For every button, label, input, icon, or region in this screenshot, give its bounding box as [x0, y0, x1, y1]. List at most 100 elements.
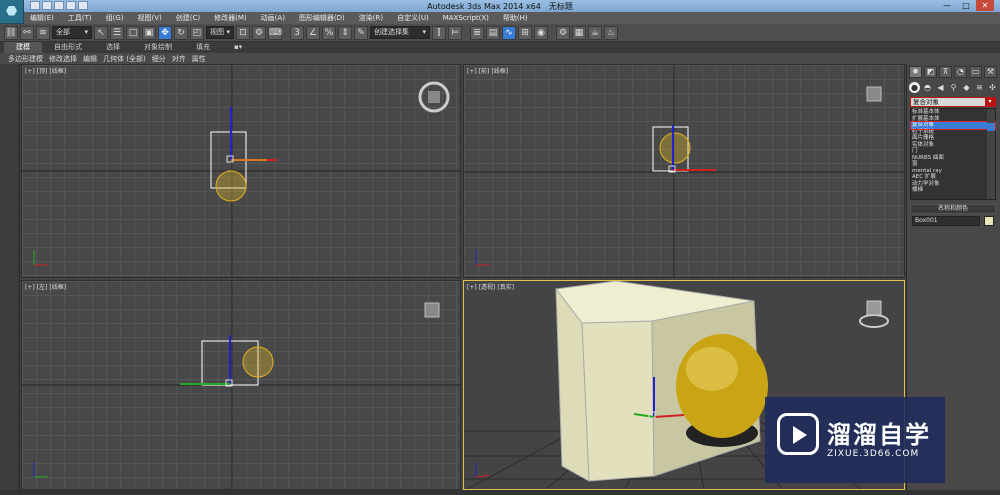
list-item[interactable]: 楼梯 — [911, 187, 995, 194]
window-crossing-icon[interactable]: ▣ — [142, 25, 156, 40]
select-scale-icon[interactable]: ◰ — [190, 25, 204, 40]
tab-freeform[interactable]: 自由形式 — [42, 42, 94, 53]
render-setup-icon[interactable]: ⚙ — [556, 25, 570, 40]
graphite-toolset-icon[interactable]: ▤ — [486, 25, 500, 40]
main-toolbar: ⛓ ⚯ ≋ 全部 ▾ ↖ ☰ □ ▣ ✥ ↻ ◰ 视图 ▾ ⊡ ⚙ ⌨ 3 ∠ % … — [0, 24, 1000, 42]
panel-subdivision[interactable]: 细分 — [152, 54, 172, 64]
bind-spacewarp-icon[interactable]: ≋ — [36, 25, 50, 40]
lights-icon[interactable]: ◀ — [935, 82, 946, 93]
menu-maxscript[interactable]: MAXScript(X) — [437, 14, 497, 22]
menu-help[interactable]: 帮助(H) — [497, 13, 536, 23]
align-icon[interactable]: ⊨ — [448, 25, 462, 40]
menu-animation[interactable]: 动画(A) — [255, 13, 293, 23]
close-button[interactable]: ✕ — [976, 0, 994, 11]
unlink-icon[interactable]: ⚯ — [20, 25, 34, 40]
angle-snap-icon[interactable]: ∠ — [306, 25, 320, 40]
keyboard-shortcut-icon[interactable]: ⌨ — [268, 25, 282, 40]
menu-customize[interactable]: 自定义(U) — [391, 13, 437, 23]
helpers-icon[interactable]: ◆ — [961, 82, 972, 93]
rendered-frame-icon[interactable]: ▦ — [572, 25, 586, 40]
tab-populate[interactable]: 填充 — [184, 42, 222, 53]
name-color-rollout-header[interactable]: 名称和颜色 — [910, 204, 996, 214]
panel-polygon-modeling[interactable]: 多边形建模 — [8, 54, 49, 64]
menu-create[interactable]: 创建(C) — [170, 13, 208, 23]
chevron-down-icon[interactable]: ▾ — [985, 98, 995, 106]
selection-filter-dropdown[interactable]: 全部 ▾ — [52, 26, 92, 39]
spinner-snap-icon[interactable]: ⇕ — [338, 25, 352, 40]
material-editor-icon[interactable]: ◉ — [534, 25, 548, 40]
utilities-tab-icon[interactable]: ⚒ — [984, 66, 997, 78]
panel-edit[interactable]: 编辑 — [83, 54, 103, 64]
named-selection-dropdown[interactable]: 创建选择集 ▾ — [370, 26, 430, 39]
panel-align[interactable]: 对齐 — [172, 54, 192, 64]
tab-selection[interactable]: 选择 — [94, 42, 132, 53]
object-category-dropdown[interactable]: 复合对象 ▾ — [910, 97, 996, 107]
edit-named-selection-icon[interactable]: ✎ — [354, 25, 368, 40]
systems-icon[interactable]: ✣ — [987, 82, 998, 93]
menu-rendering[interactable]: 渲染(R) — [353, 13, 391, 23]
app-logo-icon[interactable]: ⬣ — [0, 0, 24, 24]
ribbon-options-icon[interactable]: ▪▾ — [222, 42, 254, 53]
rect-selection-icon[interactable]: □ — [126, 25, 140, 40]
spacewarps-icon[interactable]: ≋ — [974, 82, 985, 93]
link-icon[interactable]: ⛓ — [4, 25, 18, 40]
sphere-object — [215, 170, 247, 202]
viewport-top-scene — [22, 65, 460, 277]
reference-coord-dropdown[interactable]: 视图 ▾ — [206, 26, 234, 39]
layer-manager-icon[interactable]: ≣ — [470, 25, 484, 40]
panel-geometry-all[interactable]: 几何体 (全部) — [103, 54, 152, 64]
tab-object-paint[interactable]: 对象绘制 — [132, 42, 184, 53]
minimize-button[interactable]: — — [938, 0, 956, 11]
create-category-tabs: ● ◓ ◀ ⚲ ◆ ≋ ✣ — [909, 82, 998, 93]
object-category-list[interactable]: 标准基本体 扩展基本体 复合对象 粒子系统 面片栅格 实体对象 门 NURBS … — [910, 108, 996, 200]
tab-modeling[interactable]: 建模 — [4, 42, 42, 53]
ribbon-panels: 多边形建模 修改选择 编辑 几何体 (全部) 细分 对齐 属性 — [0, 53, 1000, 64]
viewport-top[interactable]: [+] [顶] [线框] — [21, 64, 461, 278]
pivot-center-icon[interactable]: ⊡ — [236, 25, 250, 40]
maximize-button[interactable]: □ — [957, 0, 975, 11]
select-object-icon[interactable]: ↖ — [94, 25, 108, 40]
geometry-icon[interactable]: ● — [909, 82, 920, 93]
ribbon-tabs: 建模 自由形式 选择 对象绘制 填充 ▪▾ — [0, 42, 1000, 53]
list-scrollbar[interactable] — [987, 109, 995, 199]
select-by-name-icon[interactable]: ☰ — [110, 25, 124, 40]
hierarchy-tab-icon[interactable]: ⊼ — [939, 66, 952, 78]
cameras-icon[interactable]: ⚲ — [948, 82, 959, 93]
snaps-toggle-icon[interactable]: 3 — [290, 25, 304, 40]
viewport-front[interactable]: [+] [前] [线框] — [463, 64, 905, 278]
menu-view[interactable]: 视图(V) — [132, 13, 170, 23]
select-manipulate-icon[interactable]: ⚙ — [252, 25, 266, 40]
mirror-icon[interactable]: ⫿ — [432, 25, 446, 40]
shapes-icon[interactable]: ◓ — [922, 82, 933, 93]
create-tab-icon[interactable]: ✸ — [909, 66, 922, 78]
viewport-left[interactable]: [+] [左] [线框] — [21, 280, 461, 490]
object-color-swatch[interactable] — [984, 216, 994, 226]
motion-tab-icon[interactable]: ◔ — [954, 66, 967, 78]
schematic-view-icon[interactable]: ⊞ — [518, 25, 532, 40]
sphere-object — [242, 346, 274, 378]
select-move-icon[interactable]: ✥ — [158, 25, 172, 40]
menu-tools[interactable]: 工具(T) — [62, 13, 100, 23]
select-rotate-icon[interactable]: ↻ — [174, 25, 188, 40]
modify-tab-icon[interactable]: ◩ — [924, 66, 937, 78]
menu-modifiers[interactable]: 修改器(M) — [208, 13, 255, 23]
object-name-field[interactable]: Box001 — [912, 216, 980, 226]
menu-edit[interactable]: 编辑(E) — [24, 13, 62, 23]
render-teapot-icon[interactable]: ♨ — [604, 25, 618, 40]
curve-editor-icon[interactable]: ∿ — [502, 25, 516, 40]
menu-bar: 编辑(E) 工具(T) 组(G) 视图(V) 创建(C) 修改器(M) 动画(A… — [24, 12, 1000, 24]
box-front-face — [581, 320, 655, 482]
panel-properties[interactable]: 属性 — [192, 54, 212, 64]
menu-group[interactable]: 组(G) — [100, 13, 132, 23]
window-title: Autodesk 3ds Max 2014 x64 无标题 — [427, 2, 573, 11]
percent-snap-icon[interactable]: % — [322, 25, 336, 40]
play-logo-icon — [777, 413, 819, 455]
viewport-front-scene — [464, 65, 904, 277]
menu-graph-editors[interactable]: 图形编辑器(D) — [293, 13, 353, 23]
display-tab-icon[interactable]: ▭ — [969, 66, 982, 78]
panel-modify-selection[interactable]: 修改选择 — [49, 54, 83, 64]
scrollbar-thumb[interactable] — [987, 123, 995, 131]
status-strip — [0, 490, 1000, 495]
render-production-icon[interactable]: ☕ — [588, 25, 602, 40]
left-tool-strip — [0, 64, 20, 490]
